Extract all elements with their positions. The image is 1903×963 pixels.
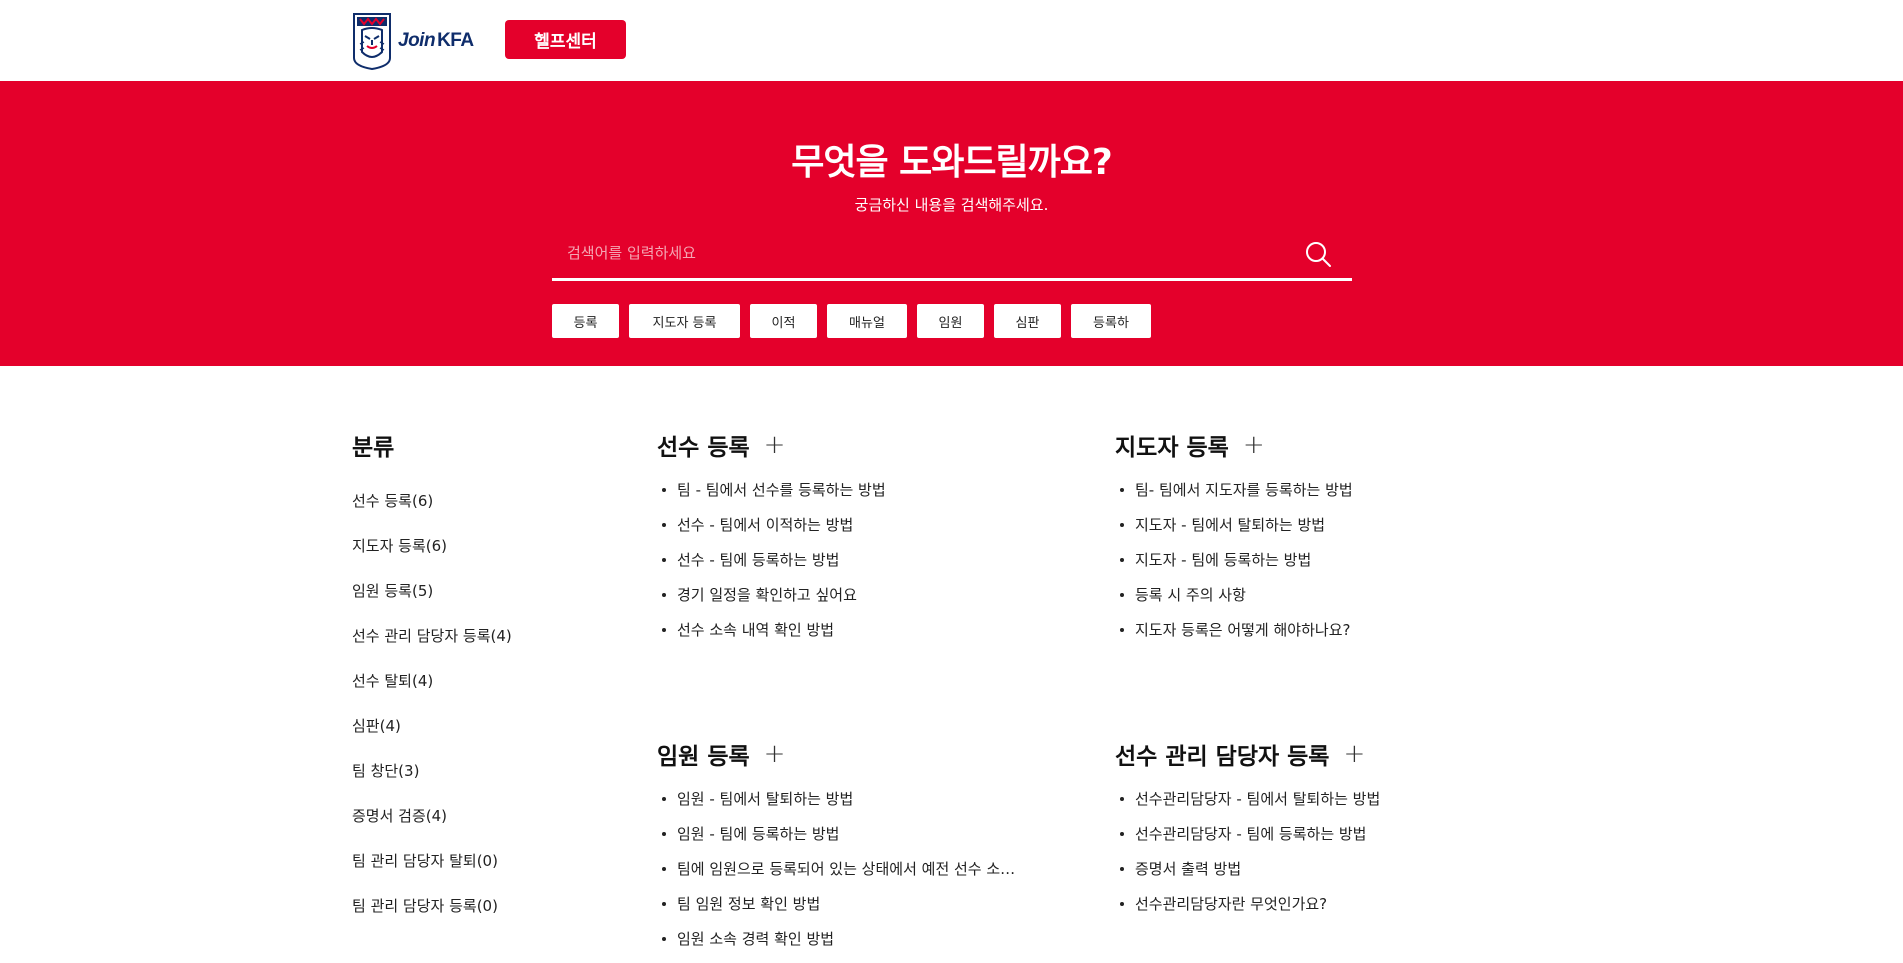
category-list: 선수 등록(6) 지도자 등록(6) 임원 등록(5) 선수 관리 담당자 등록…: [352, 490, 512, 940]
search-icon[interactable]: [1304, 240, 1332, 268]
faq-item[interactable]: 증명서 출력 방법: [1115, 858, 1535, 893]
search-hero: 무엇을 도와드릴까요? 궁금하신 내용을 검색해주세요. 등록 지도자 등록 이…: [0, 81, 1903, 366]
faq-section-coach-registration: 지도자 등록 + 팀- 팀에서 지도자를 등록하는 방법 지도자 - 팀에서 탈…: [1115, 428, 1555, 654]
hero-title: 무엇을 도와드릴까요?: [791, 142, 1113, 183]
faq-list: 선수관리담당자 - 팀에서 탈퇴하는 방법 선수관리담당자 - 팀에 등록하는 …: [1115, 788, 1555, 928]
category-item[interactable]: 팀 창단(3): [352, 760, 512, 805]
tag-button[interactable]: 매뉴얼: [827, 304, 907, 338]
search-input[interactable]: [552, 228, 1292, 278]
help-center-button[interactable]: 헬프센터: [505, 20, 626, 59]
faq-item[interactable]: 임원 소속 경력 확인 방법: [657, 928, 1077, 963]
tag-button[interactable]: 심판: [994, 304, 1061, 338]
faq-item[interactable]: 팀 임원 정보 확인 방법: [657, 893, 1077, 928]
faq-section-officer-registration: 임원 등록 + 임원 - 팀에서 탈퇴하는 방법 임원 - 팀에 등록하는 방법…: [657, 737, 1097, 963]
faq-item[interactable]: 지도자 - 팀에서 탈퇴하는 방법: [1115, 514, 1535, 549]
hero-subtitle: 궁금하신 내용을 검색해주세요.: [854, 196, 1049, 214]
tag-button[interactable]: 등록하: [1071, 304, 1151, 338]
category-item[interactable]: 선수 탈퇴(4): [352, 670, 512, 715]
kfa-tiger-emblem-icon: [353, 13, 391, 70]
faq-item[interactable]: 선수관리담당자 - 팀에 등록하는 방법: [1115, 823, 1535, 858]
plus-icon[interactable]: +: [1243, 432, 1265, 458]
faq-item[interactable]: 선수 소속 내역 확인 방법: [657, 619, 1077, 654]
section-title: 지도자 등록 +: [1115, 428, 1555, 462]
category-item[interactable]: 선수 관리 담당자 등록(4): [352, 625, 512, 670]
faq-item[interactable]: 지도자 등록은 어떻게 해야하나요?: [1115, 619, 1535, 654]
tag-button[interactable]: 등록: [552, 304, 619, 338]
faq-item[interactable]: 임원 - 팀에서 탈퇴하는 방법: [657, 788, 1077, 823]
faq-list: 팀 - 팀에서 선수를 등록하는 방법 선수 - 팀에서 이적하는 방법 선수 …: [657, 479, 1097, 654]
plus-icon[interactable]: +: [764, 432, 786, 458]
tag-button[interactable]: 지도자 등록: [629, 304, 740, 338]
search-box: [552, 228, 1352, 281]
popular-tags: 등록 지도자 등록 이적 매뉴얼 임원 심판 등록하: [552, 304, 1151, 338]
section-title-text: 선수 관리 담당자 등록: [1115, 744, 1330, 770]
joinkfa-logo[interactable]: Join KFA: [352, 12, 474, 70]
logo-kfa-text: KFA: [437, 30, 474, 51]
faq-section-player-manager-registration: 선수 관리 담당자 등록 + 선수관리담당자 - 팀에서 탈퇴하는 방법 선수관…: [1115, 737, 1555, 928]
faq-item[interactable]: 팀- 팀에서 지도자를 등록하는 방법: [1115, 479, 1535, 514]
category-item[interactable]: 임원 등록(5): [352, 580, 512, 625]
category-item[interactable]: 증명서 검증(4): [352, 805, 512, 850]
faq-item[interactable]: 지도자 - 팀에 등록하는 방법: [1115, 549, 1535, 584]
tag-button[interactable]: 임원: [917, 304, 984, 338]
faq-item[interactable]: 선수 - 팀에 등록하는 방법: [657, 549, 1077, 584]
faq-item[interactable]: 팀에 임원으로 등록되어 있는 상태에서 예전 선수 소…: [657, 858, 1077, 893]
section-title: 임원 등록 +: [657, 737, 1097, 771]
section-title-text: 임원 등록: [657, 744, 750, 770]
category-title: 분류: [352, 435, 395, 461]
faq-item[interactable]: 선수 - 팀에서 이적하는 방법: [657, 514, 1077, 549]
faq-list: 임원 - 팀에서 탈퇴하는 방법 임원 - 팀에 등록하는 방법 팀에 임원으로…: [657, 788, 1097, 963]
faq-item[interactable]: 팀 - 팀에서 선수를 등록하는 방법: [657, 479, 1077, 514]
category-item[interactable]: 선수 등록(6): [352, 490, 512, 535]
logo-join-text: Join: [398, 30, 436, 51]
site-header: Join KFA 헬프센터: [0, 0, 1903, 81]
section-title-text: 지도자 등록: [1115, 435, 1229, 461]
plus-icon[interactable]: +: [764, 741, 786, 767]
section-title-text: 선수 등록: [657, 435, 750, 461]
category-item[interactable]: 팀 관리 담당자 탈퇴(0): [352, 850, 512, 895]
faq-list: 팀- 팀에서 지도자를 등록하는 방법 지도자 - 팀에서 탈퇴하는 방법 지도…: [1115, 479, 1555, 654]
category-item[interactable]: 심판(4): [352, 715, 512, 760]
faq-item[interactable]: 등록 시 주의 사항: [1115, 584, 1535, 619]
category-item[interactable]: 지도자 등록(6): [352, 535, 512, 580]
faq-item[interactable]: 임원 - 팀에 등록하는 방법: [657, 823, 1077, 858]
faq-item[interactable]: 선수관리담당자란 무엇인가요?: [1115, 893, 1535, 928]
faq-item[interactable]: 선수관리담당자 - 팀에서 탈퇴하는 방법: [1115, 788, 1535, 823]
faq-section-player-registration: 선수 등록 + 팀 - 팀에서 선수를 등록하는 방법 선수 - 팀에서 이적하…: [657, 428, 1097, 654]
plus-icon[interactable]: +: [1343, 741, 1365, 767]
faq-item[interactable]: 경기 일정을 확인하고 싶어요: [657, 584, 1077, 619]
category-item[interactable]: 팀 관리 담당자 등록(0): [352, 895, 512, 940]
section-title: 선수 관리 담당자 등록 +: [1115, 737, 1555, 771]
logo-wordmark: Join KFA: [398, 30, 474, 52]
tag-button[interactable]: 이적: [750, 304, 817, 338]
section-title: 선수 등록 +: [657, 428, 1097, 462]
